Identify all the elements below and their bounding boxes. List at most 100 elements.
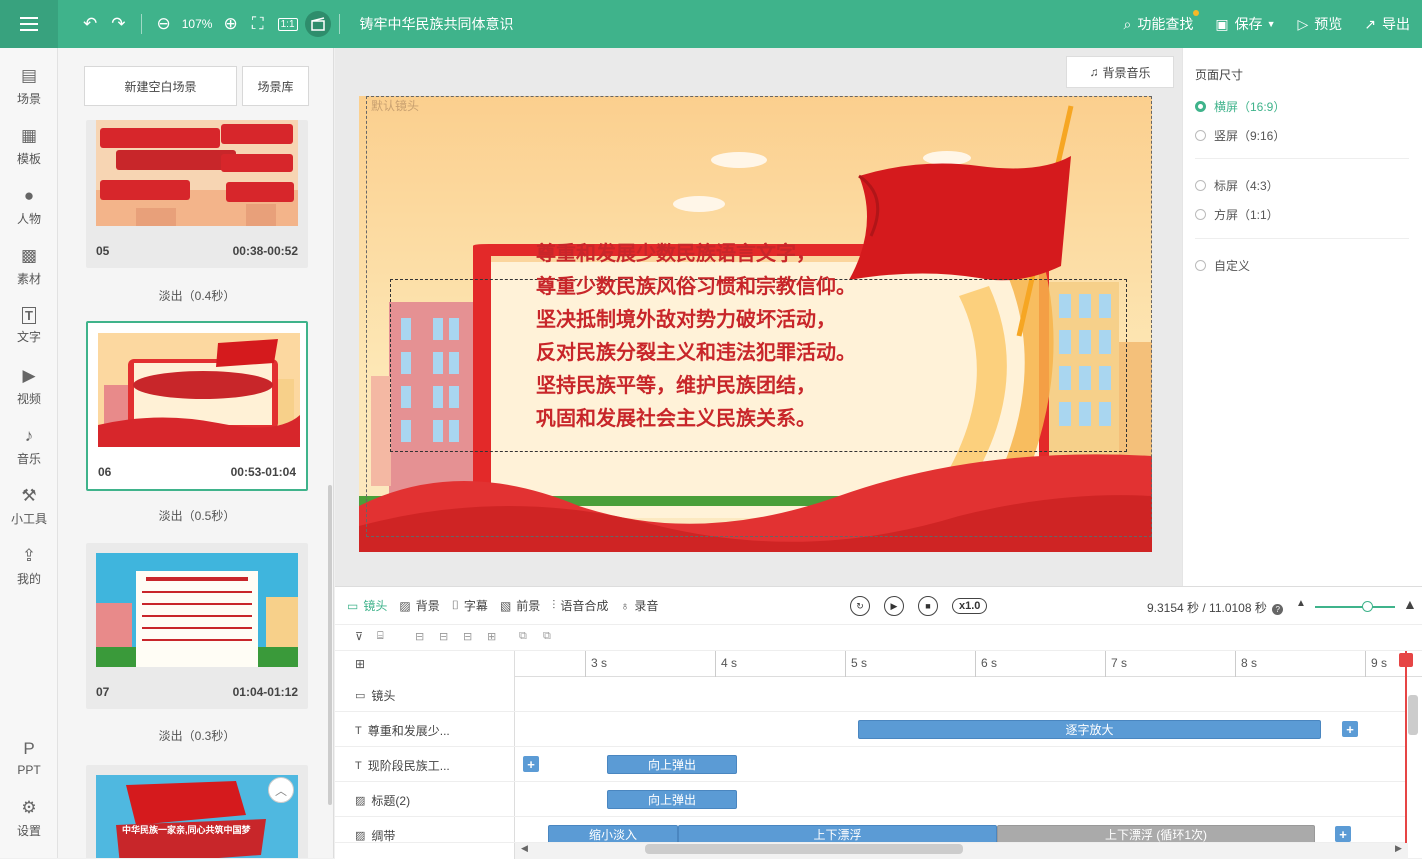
add-animation-button[interactable]: + xyxy=(1342,721,1358,737)
nav-item-settings[interactable]: ⚙ 设置 xyxy=(0,788,58,848)
align-left-icon[interactable]: ⊟ xyxy=(415,630,424,643)
hierarchy-icon[interactable]: ⌸ xyxy=(377,630,384,643)
tab-foreground[interactable]: ▧ 前景 xyxy=(500,597,540,614)
track-row-ribbon[interactable]: ▨ 绸带 缩小淡入 上下漂浮 上下漂浮 (循环1次) + xyxy=(335,817,1407,843)
nav-item-video[interactable]: ▶ 视频 xyxy=(0,356,58,416)
video-icon: ▶ xyxy=(22,365,36,385)
nav-item-person[interactable]: ● 人物 xyxy=(0,176,58,236)
distribute-icon[interactable]: ⊞ xyxy=(487,630,496,643)
ungroup-icon[interactable]: ⧉ xyxy=(543,630,551,643)
animation-block[interactable]: 向上弹出 xyxy=(607,755,737,774)
nav-item-material[interactable]: ▩ 素材 xyxy=(0,236,58,296)
radio-custom[interactable]: 自定义 xyxy=(1195,257,1250,274)
scene-card-05[interactable]: 05 00:38-00:52 xyxy=(86,120,308,268)
zoom-in-timeline-icon[interactable]: ▲ xyxy=(1403,596,1417,612)
nav-item-ppt[interactable]: P PPT xyxy=(0,728,58,788)
track-row-lens[interactable]: ▭ 镜头 xyxy=(335,677,1407,712)
nav-item-scene[interactable]: ▤ 场景 xyxy=(0,56,58,116)
radio-portrait[interactable]: 竖屏（9:16） xyxy=(1195,127,1285,144)
tab-subtitle[interactable]: ⌷ 字幕 xyxy=(452,597,488,614)
new-blank-scene-button[interactable]: 新建空白场景 xyxy=(84,66,237,106)
scene-card-08[interactable]: 中华民族一家亲,同心共筑中国梦 ︿ xyxy=(86,765,308,858)
menu-button[interactable] xyxy=(0,0,58,48)
radio-square[interactable]: 方屏（1:1） xyxy=(1195,206,1279,223)
scroll-left-icon[interactable]: ◀ xyxy=(521,843,528,854)
track-settings-icon[interactable]: ⊞ xyxy=(355,657,365,671)
tab-tts[interactable]: ⫶ 语音合成 xyxy=(552,597,608,614)
ruler-tick: 3 s xyxy=(585,651,607,677)
search-icon: ⌕ xyxy=(1123,15,1132,32)
radio-landscape[interactable]: 横屏（16:9） xyxy=(1195,98,1285,115)
track-row-title[interactable]: ▨ 标题(2) 向上弹出 xyxy=(335,782,1407,817)
scene-panel-scrollbar[interactable] xyxy=(328,485,332,805)
scroll-right-icon[interactable]: ▶ xyxy=(1395,843,1402,854)
track-row-text-2[interactable]: T 现阶段民族工... + 向上弹出 xyxy=(335,747,1407,782)
align-center-icon[interactable]: ⊟ xyxy=(439,630,448,643)
document-title[interactable]: 铸牢中华民族共同体意识 xyxy=(360,14,514,34)
fullscreen-icon[interactable]: ⛶ xyxy=(252,14,264,34)
zoom-out-timeline-icon[interactable]: ▲ xyxy=(1296,598,1306,609)
undo-icon[interactable]: ↶ xyxy=(83,14,97,34)
scene-number: 07 xyxy=(96,685,110,699)
animation-block[interactable]: 向上弹出 xyxy=(607,790,737,809)
nav-item-mine[interactable]: ⇪ 我的 xyxy=(0,536,58,596)
animation-block[interactable]: 缩小淡入 xyxy=(548,825,678,842)
tab-record[interactable]: ♁ 录音 xyxy=(620,597,658,614)
help-icon[interactable]: ? xyxy=(1272,604,1284,615)
image-icon: ▨ xyxy=(355,795,366,807)
text-line: 尊重和发展少数民族语言文字， xyxy=(536,241,816,265)
scene-library-button[interactable]: 场景库 xyxy=(242,66,309,106)
playhead[interactable] xyxy=(1405,651,1407,859)
transition-label[interactable]: 淡出（0.5秒） xyxy=(86,507,308,524)
divider xyxy=(338,14,340,34)
animation-block[interactable]: 上下漂浮 xyxy=(678,825,997,842)
timeline-horizontal-scrollbar[interactable] xyxy=(645,844,963,854)
export-button[interactable]: ↗ 导出 xyxy=(1364,14,1410,34)
save-button[interactable]: ▣ 保存 ▼ xyxy=(1215,14,1275,34)
nav-item-template[interactable]: ▦ 模板 xyxy=(0,116,58,176)
tab-background[interactable]: ▨ 背景 xyxy=(399,597,439,614)
radio-icon xyxy=(1195,209,1206,220)
microphone-icon: ♁ xyxy=(620,598,630,613)
animation-block[interactable]: 上下漂浮 (循环1次) xyxy=(997,825,1315,842)
add-animation-button[interactable]: + xyxy=(1335,826,1351,842)
feature-search-button[interactable]: ⌕ 功能查找 xyxy=(1123,10,1200,34)
nav-item-text[interactable]: T 文字 xyxy=(0,296,58,356)
replay-icon[interactable]: ↻ xyxy=(850,596,870,616)
scene-card-06[interactable]: 06 00:53-01:04 xyxy=(86,321,308,491)
nav-item-tools[interactable]: ⚒ 小工具 xyxy=(0,476,58,536)
timeline-zoom-slider[interactable] xyxy=(1315,606,1395,608)
nav-item-music[interactable]: ♪ 音乐 xyxy=(0,416,58,476)
text-line: 坚持民族平等，维护民族团结， xyxy=(536,373,816,397)
timeline-vertical-scrollbar[interactable] xyxy=(1408,695,1418,735)
align-right-icon[interactable]: ⊟ xyxy=(463,630,472,643)
radio-standard[interactable]: 标屏（4:3） xyxy=(1195,177,1279,194)
background-music-button[interactable]: ♫ 背景音乐 xyxy=(1066,56,1174,88)
preview-button[interactable]: ▷ 预览 xyxy=(1297,14,1342,34)
speed-button[interactable]: x1.0 xyxy=(952,598,988,614)
zoom-out-icon[interactable]: ⊖ xyxy=(157,14,171,34)
transition-label[interactable]: 淡出（0.3秒） xyxy=(86,727,308,744)
text-line: 反对民族分裂主义和违法犯罪活动。 xyxy=(536,340,856,364)
main-text-block[interactable]: 尊重和发展少数民族语言文字， 尊重少数民族风俗习惯和宗教信仰。 坚决抵制境外敌对… xyxy=(536,237,856,435)
stop-icon[interactable]: ■ xyxy=(918,596,938,616)
tab-lens[interactable]: ▭ 镜头 xyxy=(347,597,387,614)
track-row-text-1[interactable]: T 尊重和发展少... 逐字放大 + xyxy=(335,712,1407,747)
filter-icon[interactable]: ⊽ xyxy=(355,630,363,643)
scroll-to-top-button[interactable]: ︿ xyxy=(268,777,294,803)
track-label: 镜头 xyxy=(371,689,396,703)
animation-block[interactable]: 逐字放大 xyxy=(858,720,1321,739)
time-ruler[interactable]: 3 s 4 s 5 s 6 s 7 s 8 s 9 s xyxy=(515,651,1422,677)
slider-handle[interactable] xyxy=(1362,601,1373,612)
add-animation-button[interactable]: + xyxy=(523,756,539,772)
clapperboard-icon[interactable] xyxy=(304,11,331,37)
zoom-in-icon[interactable]: ⊕ xyxy=(223,14,237,34)
group-icon[interactable]: ⧉ xyxy=(519,630,527,643)
play-icon[interactable]: ▶ xyxy=(884,596,904,616)
playhead-handle[interactable] xyxy=(1399,653,1413,667)
scene-card-07[interactable]: 07 01:04-01:12 xyxy=(86,543,308,709)
transition-label[interactable]: 淡出（0.4秒） xyxy=(86,287,308,304)
redo-icon[interactable]: ↷ xyxy=(111,14,125,34)
actual-size-icon[interactable]: 1:1 xyxy=(277,17,298,31)
text-icon: T xyxy=(355,759,362,772)
